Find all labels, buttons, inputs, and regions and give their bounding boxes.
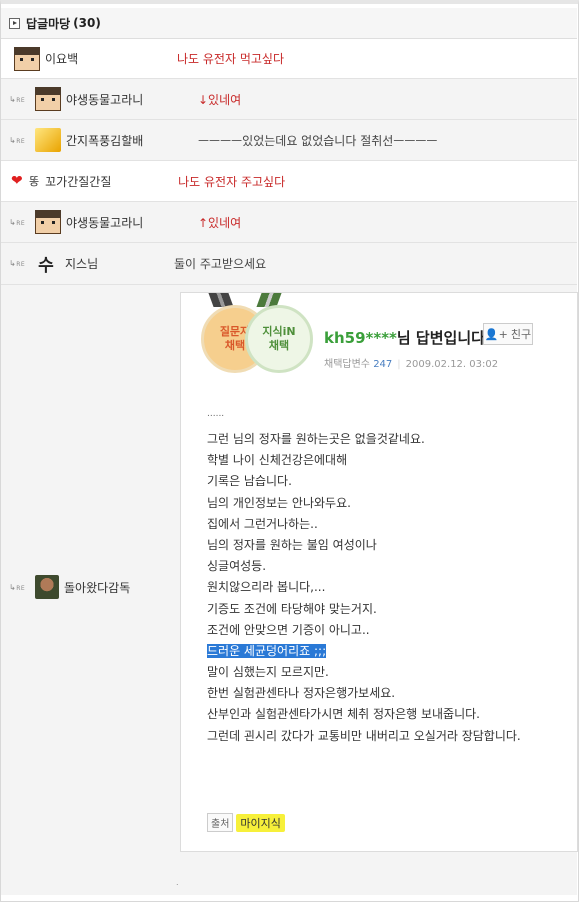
reply-nickname[interactable]: 야생동물고라니	[66, 91, 198, 108]
pixel-avatar-icon	[35, 87, 61, 111]
reply-comment: 나도 유전자 주고싶다	[178, 174, 286, 189]
reply-arrow-icon: ↳RE	[9, 94, 26, 104]
jisikin-choice-medal-icon: 지식iN 채택	[245, 305, 313, 373]
reply-nickname[interactable]: 야생동물고라니	[66, 214, 198, 231]
reply-comment: ↑있네여	[198, 215, 242, 230]
answer-line: 산부인과 실험관센타가시면 체취 정자은행 보내줍니다.	[207, 707, 480, 722]
answer-line: 조건에 안맞으면 기증이 아니고..	[207, 622, 370, 637]
reply-comment: ↓있네여	[198, 92, 242, 107]
reply-nickname[interactable]: 지스님	[65, 255, 174, 272]
answer-line-highlighted: 드러운 세균덩어리죠 ;;;	[207, 643, 327, 658]
answer-line: 학별 나이 신체건강은에대해	[207, 453, 348, 468]
reply-author: ↳RE 돌아왔다감독	[1, 575, 196, 599]
person-add-icon: 👤+	[484, 327, 508, 341]
answer-source: 출처 마이지식	[207, 813, 285, 832]
reply-arrow-icon: ↳RE	[9, 259, 26, 268]
answer-screenshot: 질문자 채택 지식iN 채택 kh59****님 답변입니다. 👤+ 친구 채택답변수…	[180, 292, 578, 852]
reply-row: ↳RE 수 지스님 둘이 주고받으세요	[1, 243, 577, 285]
answer-line: 그런데 괸시리 갔다가 교통비만 내버리고 오실거라 장담합니다.	[207, 728, 521, 743]
answer-line: 원치않으리라 봅니다,...	[207, 580, 326, 595]
add-friend-button[interactable]: 👤+ 친구	[483, 323, 533, 345]
answer-line: 집에서 그런거나하는..	[207, 516, 318, 531]
reply-comment: 둘이 주고받으세요	[174, 257, 267, 271]
reply-arrow-icon: ↳RE	[9, 135, 26, 145]
pixel-avatar-icon	[35, 210, 61, 234]
reply-nickname[interactable]: 돌아왔다감독	[64, 579, 196, 596]
reply-nickname[interactable]: 이요백	[45, 50, 177, 67]
reply-nickname[interactable]: 간지폭풍김할배	[66, 132, 198, 149]
source-label: 출처	[207, 813, 234, 832]
answer-line: 싱글여성등.	[207, 559, 267, 574]
answer-line: 그런 님의 정자를 원하는곳은 없을것같네요.	[207, 432, 425, 446]
heart-icon: ❤	[11, 173, 23, 189]
answer-meta: 채택답변수 247 | 2009.02.12. 03:02	[324, 359, 499, 370]
reply-row: ↳RE 야생동물고라니 ↓있네여	[1, 79, 577, 120]
pixel-avatar-icon	[14, 46, 40, 71]
collapse-toggle-icon[interactable]	[9, 17, 20, 29]
answer-line: 님의 정자를 원하는 불임 여성이나	[207, 537, 377, 552]
reply-header: 답글마당 (30)	[1, 8, 577, 39]
reply-arrow-icon: ↳RE	[9, 217, 26, 227]
answer-line: 님의 개인정보는 안나와두요.	[207, 495, 351, 510]
answer-line: 기록은 남습니다.	[207, 474, 292, 489]
reply-arrow-icon: ↳RE	[9, 582, 26, 592]
answer-title: kh59****님 답변입니다.	[324, 329, 491, 347]
reply-row: ↳RE 간지폭풍김할배 ㅡㅡㅡㅡ있었는데요 없었습니다 절취선ㅡㅡㅡㅡ	[1, 120, 577, 161]
reply-comment: 나도 유전자 먹고싶다	[177, 52, 284, 66]
answer-body: ...... 그런 님의 정자를 원하는곳은 없을것같네요. 학별 나이 신체건…	[207, 409, 521, 748]
answer-line: 기증도 조건에 타당해야 맞는거지.	[207, 601, 377, 616]
reply-row: ❤ 똥 꼬가간질간질 나도 유전자 주고싶다	[1, 161, 577, 202]
photo-avatar	[35, 575, 59, 599]
reply-count: (30)	[73, 16, 101, 30]
gold-avatar-icon	[35, 128, 61, 152]
answer-line: 말이 심했는지 모르지만.	[207, 665, 329, 680]
source-link[interactable]: 마이지식	[236, 813, 285, 832]
reply-row: 이요백 나도 유전자 먹고싶다	[1, 39, 577, 79]
reply-row: ↳RE 야생동물고라니 ↑있네여	[1, 202, 577, 243]
answer-line: ......	[207, 409, 225, 419]
answer-user-id[interactable]: kh59****	[324, 329, 397, 347]
answer-line: 한번 실험관센타나 정자은행가보세요.	[207, 686, 396, 701]
nickname-prefix: 똥	[29, 175, 40, 188]
su-character-avatar: 수	[38, 256, 54, 276]
reply-nickname[interactable]: 꼬가간질간질	[45, 173, 178, 190]
dot-mark: .	[176, 878, 179, 887]
reply-header-title: 답글마당	[26, 16, 71, 31]
reply-comment: ㅡㅡㅡㅡ있었는데요 없었습니다 절취선ㅡㅡㅡㅡ	[198, 133, 438, 148]
